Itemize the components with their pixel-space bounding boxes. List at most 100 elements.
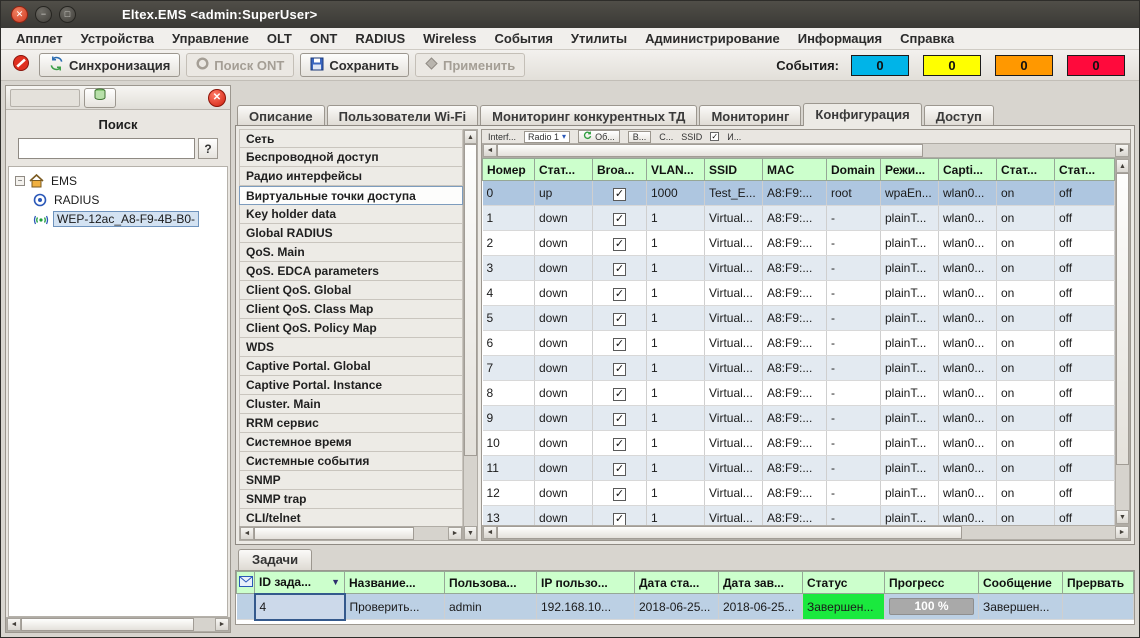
- vap-column-header-5[interactable]: MAC: [763, 159, 827, 181]
- config-nav-hscrollbar[interactable]: ◄ ►: [239, 526, 463, 541]
- tasks-column-header-9[interactable]: Прервать: [1063, 572, 1134, 594]
- tree-node-RADIUS[interactable]: RADIUS: [11, 190, 225, 209]
- tab-Мониторинг[interactable]: Мониторинг: [699, 105, 801, 126]
- vap-row-1[interactable]: 1down✓1Virtual...A8:F9:...-plainT...wlan…: [483, 206, 1115, 231]
- scroll-left-icon[interactable]: ◄: [240, 527, 254, 540]
- tab-tasks[interactable]: Задачи: [238, 549, 312, 570]
- config-nav-item-Key holder data[interactable]: Key holder data: [239, 205, 463, 224]
- tab-Пользователи Wi-Fi[interactable]: Пользователи Wi-Fi: [327, 105, 478, 126]
- scroll-right-icon[interactable]: ►: [1115, 144, 1129, 157]
- broadcast-checkbox[interactable]: ✓: [613, 363, 626, 376]
- config-nav-item-Системное время[interactable]: Системное время: [239, 433, 463, 452]
- scroll-right-icon[interactable]: ►: [215, 618, 229, 631]
- broadcast-checkbox[interactable]: ✓: [613, 263, 626, 276]
- scroll-left-icon[interactable]: ◄: [483, 144, 497, 157]
- broadcast-checkbox[interactable]: ✓: [613, 388, 626, 401]
- broadcast-checkbox[interactable]: ✓: [613, 413, 626, 426]
- tab-Мониторинг конкурентных ТД[interactable]: Мониторинг конкурентных ТД: [480, 105, 697, 126]
- broadcast-checkbox[interactable]: ✓: [613, 238, 626, 251]
- menu-item-Апплет[interactable]: Апплет: [7, 29, 72, 48]
- tasks-column-header-5[interactable]: Дата зав...: [719, 572, 803, 594]
- config-nav-item-Виртуальные точки доступа[interactable]: Виртуальные точки доступа: [239, 186, 463, 205]
- broadcast-checkbox[interactable]: ✓: [613, 288, 626, 301]
- disconnect-button[interactable]: [9, 53, 33, 77]
- broadcast-checkbox[interactable]: ✓: [613, 313, 626, 326]
- tab-Доступ[interactable]: Доступ: [924, 105, 994, 126]
- scroll-up-icon[interactable]: ▲: [464, 130, 477, 144]
- config-nav-item-SNMP[interactable]: SNMP: [239, 471, 463, 490]
- vap-column-header-10[interactable]: Стат...: [1055, 159, 1115, 181]
- config-nav-item-Client QoS. Global[interactable]: Client QoS. Global: [239, 281, 463, 300]
- tasks-column-header-6[interactable]: Статус: [803, 572, 885, 594]
- vap-row-4[interactable]: 4down✓1Virtual...A8:F9:...-plainT...wlan…: [483, 281, 1115, 306]
- vap-row-7[interactable]: 7down✓1Virtual...A8:F9:...-plainT...wlan…: [483, 356, 1115, 381]
- scroll-down-icon[interactable]: ▼: [464, 526, 477, 540]
- scroll-thumb[interactable]: [464, 144, 477, 456]
- vap-column-header-3[interactable]: VLAN...: [647, 159, 705, 181]
- vap-vscrollbar[interactable]: ▲ ▼: [1115, 158, 1130, 525]
- config-nav-item-Client QoS. Class Map[interactable]: Client QoS. Class Map: [239, 300, 463, 319]
- config-nav-item-QoS. EDCA parameters[interactable]: QoS. EDCA parameters: [239, 262, 463, 281]
- tree-node-WEP-12ac_A8-F9-4B-B0-[interactable]: WEP-12ac_A8-F9-4B-B0-: [11, 209, 225, 228]
- config-nav-item-QoS. Main[interactable]: QoS. Main: [239, 243, 463, 262]
- config-nav-item-Captive Portal. Instance[interactable]: Captive Portal. Instance: [239, 376, 463, 395]
- config-nav-item-Cluster. Main[interactable]: Cluster. Main: [239, 395, 463, 414]
- vap-column-header-8[interactable]: Capti...: [939, 159, 997, 181]
- vap-row-3[interactable]: 3down✓1Virtual...A8:F9:...-plainT...wlan…: [483, 256, 1115, 281]
- scroll-thumb[interactable]: [1116, 173, 1129, 465]
- tasks-column-header-8[interactable]: Сообщение: [979, 572, 1063, 594]
- scroll-track[interactable]: [962, 526, 1115, 539]
- menu-item-Утилиты[interactable]: Утилиты: [562, 29, 636, 48]
- config-nav-item-WDS[interactable]: WDS: [239, 338, 463, 357]
- tab-Описание[interactable]: Описание: [237, 105, 325, 126]
- scroll-down-icon[interactable]: ▼: [1116, 510, 1129, 524]
- scroll-thumb[interactable]: [21, 618, 194, 631]
- tasks-column-header-2[interactable]: Пользова...: [445, 572, 537, 594]
- scroll-left-icon[interactable]: ◄: [483, 526, 497, 539]
- menu-item-Управление[interactable]: Управление: [163, 29, 258, 48]
- tree-search-help-button[interactable]: ?: [198, 138, 218, 159]
- broadcast-checkbox[interactable]: ✓: [613, 338, 626, 351]
- broadcast-checkbox[interactable]: ✓: [613, 463, 626, 476]
- event-counter-0[interactable]: 0: [851, 55, 909, 76]
- broadcast-checkbox[interactable]: ✓: [613, 488, 626, 501]
- scroll-right-icon[interactable]: ►: [1115, 526, 1129, 539]
- event-counter-3[interactable]: 0: [1067, 55, 1125, 76]
- scroll-thumb[interactable]: [497, 526, 962, 539]
- config-nav-item-RRM сервис[interactable]: RRM сервис: [239, 414, 463, 433]
- menu-item-Информация[interactable]: Информация: [789, 29, 891, 48]
- scroll-thumb[interactable]: [497, 144, 923, 157]
- scroll-track[interactable]: [1116, 465, 1129, 510]
- refresh-button[interactable]: Об...: [578, 130, 620, 143]
- tree-panel-close-icon[interactable]: ✕: [208, 89, 226, 107]
- window-close-icon[interactable]: ✕: [11, 6, 28, 23]
- window-maximize-icon[interactable]: □: [59, 6, 76, 23]
- vap-row-13[interactable]: 13down✓1Virtual...A8:F9:...-plainT...wla…: [483, 506, 1115, 526]
- enable-button[interactable]: В...: [628, 131, 652, 143]
- tree-expand-handle-icon[interactable]: −: [15, 176, 25, 186]
- tree-search-input[interactable]: [18, 138, 195, 159]
- vap-column-header-9[interactable]: Стат...: [997, 159, 1055, 181]
- sort-icon[interactable]: ▼: [331, 577, 340, 587]
- vap-column-header-0[interactable]: Номер: [483, 159, 535, 181]
- event-counter-1[interactable]: 0: [923, 55, 981, 76]
- tree-refresh-button[interactable]: [84, 88, 116, 108]
- config-nav-item-Системные события[interactable]: Системные события: [239, 452, 463, 471]
- config-nav-item-Беспроводной доступ[interactable]: Беспроводной доступ: [239, 148, 463, 167]
- vap-row-8[interactable]: 8down✓1Virtual...A8:F9:...-plainT...wlan…: [483, 381, 1115, 406]
- ssid-checkbox[interactable]: ✓: [710, 132, 719, 141]
- vap-row-11[interactable]: 11down✓1Virtual...A8:F9:...-plainT...wla…: [483, 456, 1115, 481]
- tree-hscrollbar[interactable]: ◄ ►: [6, 617, 230, 632]
- config-nav-item-Client QoS. Policy Map[interactable]: Client QoS. Policy Map: [239, 319, 463, 338]
- broadcast-checkbox[interactable]: ✓: [613, 438, 626, 451]
- tasks-column-header-7[interactable]: Прогресс: [885, 572, 979, 594]
- tree-node-EMS[interactable]: −EMS: [11, 171, 225, 190]
- vap-column-header-7[interactable]: Режи...: [881, 159, 939, 181]
- vap-column-header-1[interactable]: Стат...: [535, 159, 593, 181]
- broadcast-checkbox[interactable]: ✓: [613, 188, 626, 201]
- vap-row-5[interactable]: 5down✓1Virtual...A8:F9:...-plainT...wlan…: [483, 306, 1115, 331]
- config-nav-item-Сеть[interactable]: Сеть: [239, 129, 463, 148]
- menu-item-Устройства[interactable]: Устройства: [72, 29, 163, 48]
- scroll-left-icon[interactable]: ◄: [7, 618, 21, 631]
- scroll-track[interactable]: [414, 527, 448, 540]
